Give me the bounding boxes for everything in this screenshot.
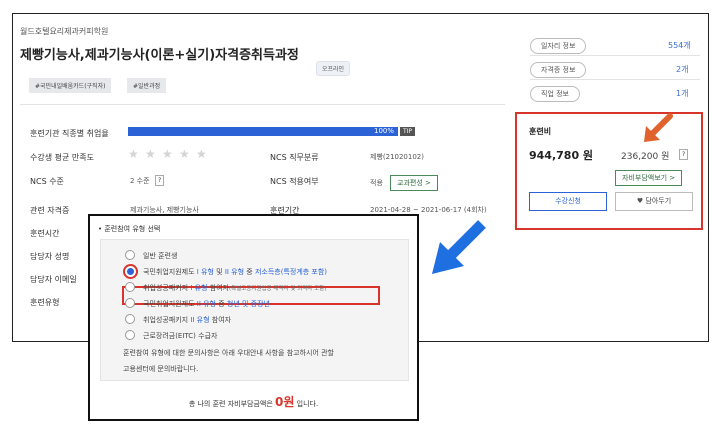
manager-label: 담당자 성명 <box>30 252 70 261</box>
employment-rate-fill: 100% <box>128 127 398 136</box>
self-pay-view-button[interactable]: 자비부담액보기 > <box>615 170 683 186</box>
option-label-part: I 유형 <box>190 284 208 292</box>
employment-rate-bar: 100% <box>128 127 398 136</box>
wish-button[interactable]: ♥ 담아두기 <box>615 192 693 211</box>
option-label-part: II 유형 <box>196 300 216 308</box>
ncs-duty-label: NCS 직무분류 <box>270 153 319 162</box>
school-name[interactable]: 월드호텔요리제과커피학원 <box>20 26 108 37</box>
star-icon: ★ <box>145 147 156 161</box>
option-label-part: (특정계층 포함) <box>280 268 328 276</box>
star-icon: ★ <box>128 147 139 161</box>
total-suffix: 입니다. <box>296 400 319 408</box>
option-label-part: 일반 훈련생 <box>143 252 178 260</box>
option-label-part: 취업성공패키지 <box>143 284 191 292</box>
tip-button[interactable]: TIP <box>400 127 416 136</box>
option-label-part: 참여자 <box>207 284 230 292</box>
option-label-part: I 유형 <box>196 268 214 276</box>
employment-rate-text: 100% <box>373 127 394 135</box>
fee-title: 훈련비 <box>529 127 552 136</box>
total-prefix: 총 나의 훈련 자비부담금액은 <box>188 400 273 408</box>
option-label-part: 근로장려금(EITC) 수급자 <box>143 332 218 340</box>
self-pay-help-icon[interactable]: ? <box>679 149 689 160</box>
option-radio[interactable] <box>123 264 138 279</box>
training-type-label: 훈련유형 <box>30 298 60 307</box>
ncs-apply-label: NCS 적용여부 <box>270 177 319 186</box>
satisfaction-label: 수강생 평균 만족도 <box>30 153 94 162</box>
option-label-part: 국민취업지원제도 <box>143 268 197 276</box>
option-label[interactable]: 일반 훈련생 <box>143 251 177 261</box>
ncs-level-help-icon[interactable]: ? <box>155 175 165 186</box>
occupation-info-count[interactable]: 1개 <box>676 88 688 99</box>
option-label[interactable]: 취업성공패키지 I 유형 참여자(특별고용지원업종 재직자 및 퇴직자 포함) <box>143 283 326 293</box>
self-pay-amount: 236,200 원 <box>621 152 670 162</box>
option-radio[interactable] <box>125 282 135 292</box>
curriculum-button[interactable]: 교과편성 > <box>390 175 438 191</box>
option-radio[interactable] <box>125 330 135 340</box>
star-icon: ★ <box>179 147 190 161</box>
hours-label: 훈련시간 <box>30 229 60 238</box>
apply-button[interactable]: 수강신청 <box>529 192 607 211</box>
option-label-part: II 유형 <box>224 268 245 276</box>
fee-amount: 944,780 원 <box>529 149 594 162</box>
heart-icon: ♥ <box>636 197 644 205</box>
option-label-part: 및 <box>213 268 225 276</box>
cert-label: 관련 자격증 <box>30 206 70 215</box>
job-info-label[interactable]: 일자리 정보 <box>530 38 587 54</box>
orange-arrow-icon <box>644 113 673 142</box>
cert-info-label[interactable]: 자격증 정보 <box>530 62 587 78</box>
wish-button-label: 담아두기 <box>645 197 672 205</box>
notice-line-1: 훈련참여 유형에 대한 문의사항은 아래 우대안내 사항을 참고하시어 관할 <box>123 349 334 357</box>
ncs-duty-value: 제빵(21020102) <box>370 153 424 161</box>
participation-type-popup: • 훈련참여 유형 선택 일반 훈련생국민취업지원제도 I 유형 및 II 유형… <box>88 214 419 421</box>
tag-1: #국민내일배움카드(구직자) <box>29 78 112 93</box>
option-label[interactable]: 국민취업지원제도 I 유형 및 II 유형 중 저소득층(특정계층 포함) <box>143 267 327 277</box>
email-label: 담당자 이메일 <box>30 275 77 284</box>
ncs-level-value: 2 수준 <box>130 177 150 185</box>
option-label-part: 중 <box>215 300 227 308</box>
notice-line-2: 고용센터에 문의바랍니다. <box>123 365 199 373</box>
option-label-part: 취업성공패키지 <box>143 316 191 324</box>
occupation-info-label[interactable]: 직업 정보 <box>530 86 580 102</box>
blue-arrow-icon <box>432 220 486 274</box>
option-label-part: (특별고용지원업종 재직자 및 퇴직자 포함) <box>229 286 327 292</box>
option-label-part: 청년 및 중장년 <box>226 300 270 308</box>
mode-badge: 오프라인 <box>316 61 351 76</box>
total-self-pay: 총 나의 훈련 자비부담금액은 0원 입니다. <box>90 393 417 410</box>
option-label-part: 중 <box>244 268 255 276</box>
cert-info-count[interactable]: 2개 <box>676 64 688 75</box>
radio-selected-dot <box>127 268 134 275</box>
option-label[interactable]: 국민취업지원제도 II 유형 중 청년 및 중장년 <box>143 299 270 309</box>
ncs-level-label: NCS 수준 <box>30 177 64 186</box>
options-panel: 일반 훈련생국민취업지원제도 I 유형 및 II 유형 중 저소득층(특정계층 … <box>100 239 409 381</box>
total-amount: 0원 <box>275 395 295 409</box>
course-title: 제빵기능사,제과기능사(이론+실기)자격증취득과정 <box>20 48 299 63</box>
option-label-part: 참여자 <box>209 316 232 324</box>
option-radio[interactable] <box>125 298 135 308</box>
option-label[interactable]: 근로장려금(EITC) 수급자 <box>143 331 217 341</box>
star-icon: ★ <box>162 147 173 161</box>
ncs-apply-value: 적용 <box>370 179 383 187</box>
option-label-part: 국민취업지원제도 <box>143 300 197 308</box>
job-info-count[interactable]: 554개 <box>668 40 691 51</box>
option-label-part: II 유형 <box>190 316 210 324</box>
option-label[interactable]: 취업성공패키지 II 유형 참여자 <box>143 315 231 325</box>
option-radio[interactable] <box>125 250 135 260</box>
option-label-part: 저소득층 <box>254 268 281 276</box>
popup-title: • 훈련참여 유형 선택 <box>98 225 161 233</box>
option-radio[interactable] <box>125 314 135 324</box>
tag-2: #일반과정 <box>127 78 167 93</box>
star-icon: ★ <box>196 147 207 161</box>
employment-rate-label: 훈련기관 직종별 취업율 <box>30 129 109 138</box>
popup-title-text: 훈련참여 유형 선택 <box>104 225 161 233</box>
